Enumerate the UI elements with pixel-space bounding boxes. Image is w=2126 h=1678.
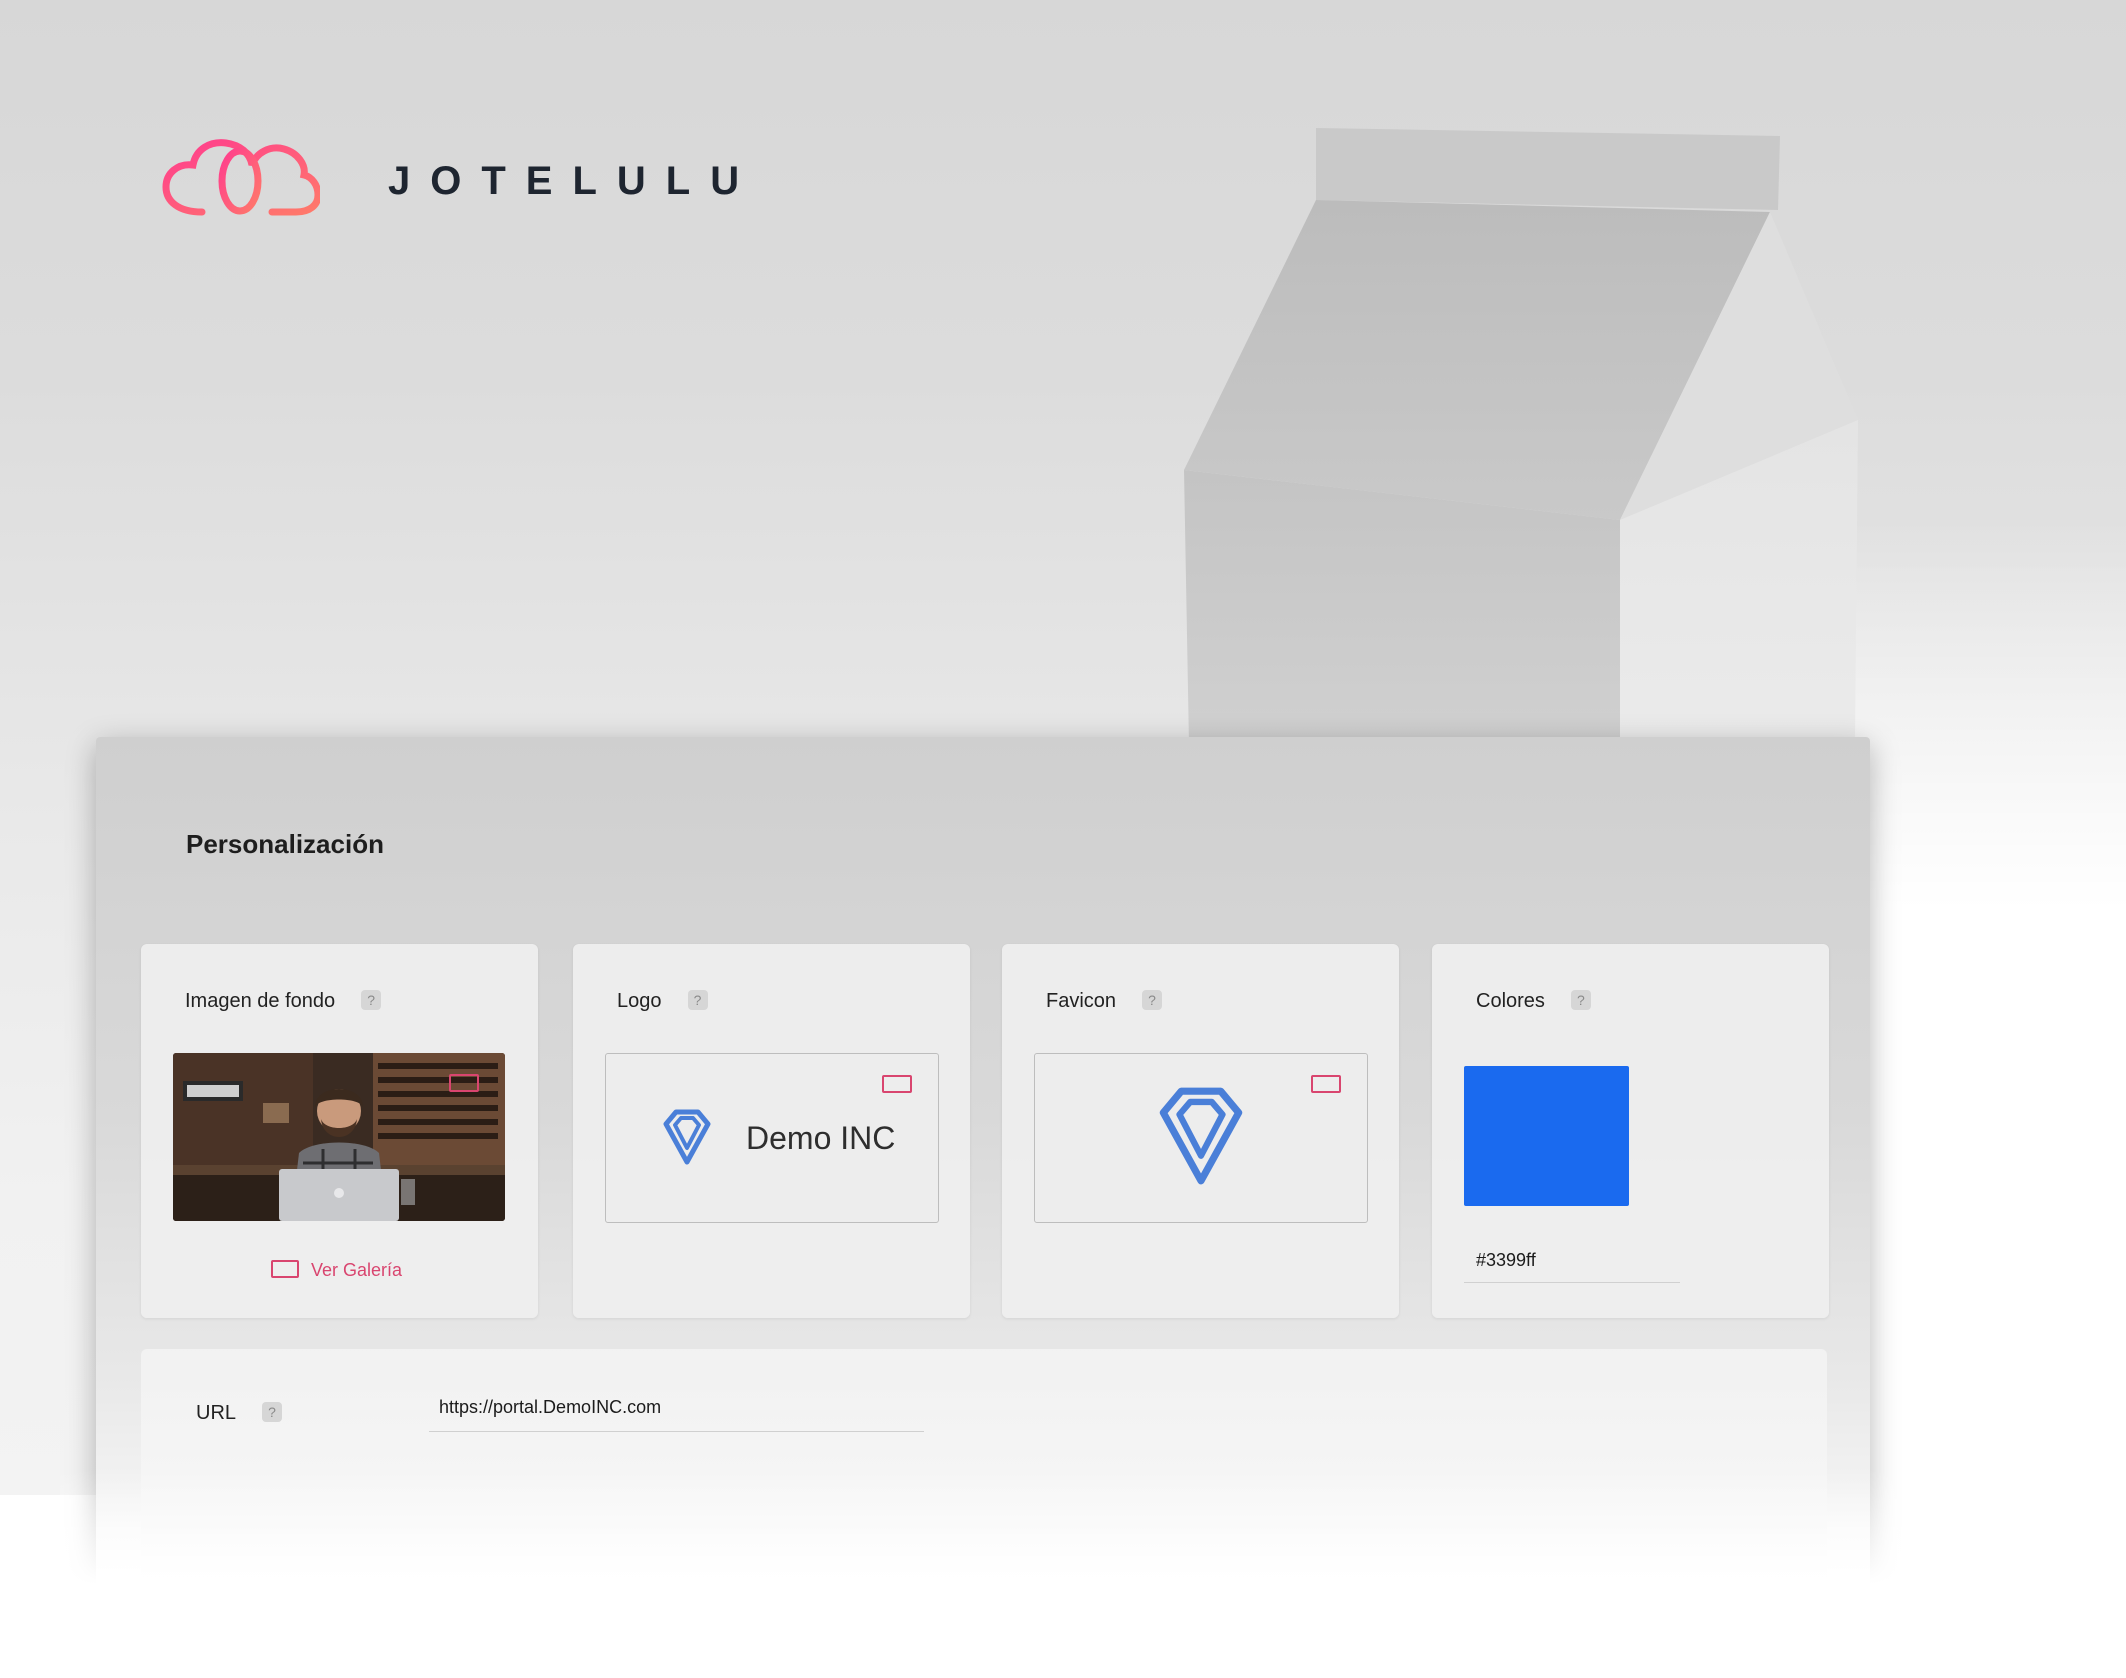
url-value: https://portal.DemoINC.com (439, 1397, 662, 1417)
logo-label-text: Logo (617, 990, 662, 1012)
colors-card: Colores? #3399ff (1432, 944, 1829, 1318)
background-image-preview[interactable] (173, 1053, 505, 1221)
panel-title: Personalización (186, 829, 384, 859)
help-icon[interactable]: ? (1142, 990, 1163, 1010)
edit-image-icon[interactable] (449, 1074, 479, 1092)
help-icon[interactable]: ? (262, 1402, 283, 1422)
help-icon[interactable]: ? (687, 990, 708, 1010)
favicon-label: Favicon? (1046, 990, 1163, 1013)
brand-name: JOTELULU (388, 159, 760, 203)
logo-label: Logo? (617, 990, 708, 1013)
favicon-preview[interactable] (1034, 1053, 1368, 1223)
logo-preview-text: Demo INC (746, 1120, 896, 1156)
help-icon[interactable]: ? (1570, 990, 1591, 1010)
logo-preview[interactable]: Demo INC (605, 1053, 939, 1223)
colors-label-text: Colores (1476, 990, 1545, 1012)
diamond-icon (1159, 1087, 1243, 1185)
diamond-icon (663, 1109, 711, 1165)
background-image-label-text: Imagen de fondo (185, 990, 336, 1012)
favicon-label-text: Favicon (1046, 990, 1117, 1012)
gallery-icon (271, 1260, 299, 1278)
colors-label: Colores? (1476, 990, 1591, 1013)
cloud-logo-icon (162, 139, 320, 216)
logo-card: Logo? Demo INC (573, 944, 970, 1318)
edit-favicon-icon[interactable] (1311, 1075, 1341, 1093)
background-image-label: Imagen de fondo? (185, 990, 382, 1013)
hex-color-value: #3399ff (1476, 1250, 1536, 1270)
hex-color-input[interactable]: #3399ff (1464, 1244, 1680, 1283)
url-label: URL? (196, 1402, 283, 1425)
help-icon[interactable]: ? (361, 990, 382, 1010)
favicon-card: Favicon? (1002, 944, 1399, 1318)
url-input[interactable]: https://portal.DemoINC.com (429, 1389, 924, 1432)
url-label-text: URL (196, 1402, 237, 1424)
background-image-card: Imagen de fondo? Ver Galería (141, 944, 538, 1318)
view-gallery-link[interactable]: Ver Galería (271, 1260, 402, 1281)
bottom-fade (60, 1470, 1920, 1678)
color-swatch[interactable] (1464, 1066, 1629, 1206)
edit-logo-icon[interactable] (882, 1075, 912, 1093)
view-gallery-text: Ver Galería (311, 1260, 403, 1280)
personalization-panel: Personalización Imagen de fondo? Ver Gal… (96, 737, 1870, 1609)
